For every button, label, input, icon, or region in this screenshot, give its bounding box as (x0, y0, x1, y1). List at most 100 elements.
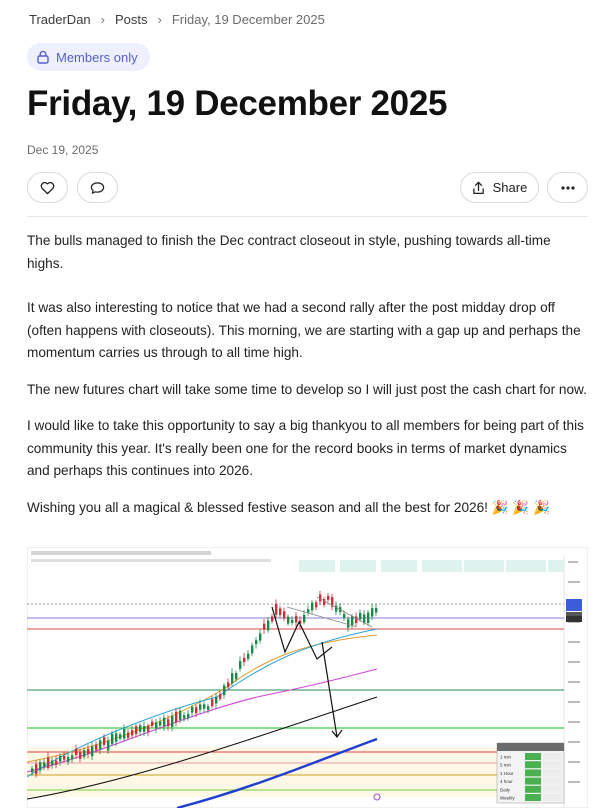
candle-body (315, 602, 318, 608)
candle-body (231, 673, 234, 684)
candle-body (103, 737, 106, 745)
candle-body (303, 614, 306, 623)
candle-body (291, 619, 294, 623)
table-cell (543, 785, 562, 793)
table-cell (525, 794, 541, 801)
candle-body (195, 707, 198, 714)
post-body: The bulls managed to finish the Dec cont… (27, 230, 588, 519)
table-cell (543, 794, 562, 801)
candle-body (135, 726, 138, 735)
candle-body (263, 623, 266, 630)
candle-body (243, 657, 246, 663)
breadcrumb-home[interactable]: TraderDan (29, 12, 91, 27)
candle-body (375, 608, 378, 613)
candle-body (311, 602, 314, 611)
more-icon (560, 185, 575, 190)
candle-body (271, 616, 274, 622)
candle-body (199, 704, 202, 710)
chart-image[interactable]: 1 min 5 min 1 Hour 4 hour Daily Weekly (27, 547, 588, 808)
table-row-label: 4 hour (500, 779, 513, 784)
candle-body (91, 746, 94, 757)
chevron-right-icon: › (100, 12, 105, 27)
candle-body (295, 615, 298, 623)
candle-body (159, 721, 162, 726)
more-button[interactable] (547, 172, 588, 203)
table-row-label: 1 Hour (500, 771, 514, 776)
candle-body (39, 762, 42, 771)
candle-body (111, 733, 114, 744)
heart-icon (40, 181, 55, 194)
table-row-label: 1 min (500, 755, 512, 760)
candle-body (67, 757, 70, 763)
candle-body (251, 645, 254, 654)
table-cell (525, 777, 541, 785)
candle-body (207, 706, 210, 710)
candle-body (51, 760, 54, 766)
candle-body (187, 713, 190, 719)
candle-body (367, 612, 370, 624)
table-cell (543, 777, 562, 785)
candle-body (55, 760, 58, 765)
candle-body (179, 710, 182, 720)
candle-body (359, 612, 362, 620)
table-row-label: 5 min (500, 763, 512, 768)
candle-body (95, 744, 98, 751)
candle-body (99, 740, 102, 750)
candle-body (227, 682, 230, 688)
candle-body (131, 730, 134, 736)
candle-body (31, 768, 34, 773)
candle-body (123, 728, 126, 739)
candle-body (219, 694, 222, 699)
candle-body (47, 757, 50, 768)
post-paragraph: Wishing you all a magical & blessed fest… (27, 499, 551, 515)
candle-body (307, 609, 310, 613)
candle-body (215, 696, 218, 704)
candle-body (371, 608, 374, 617)
candle-body (35, 764, 38, 775)
divider (27, 216, 588, 217)
candle-body (115, 733, 118, 742)
candle-body (183, 715, 186, 719)
breadcrumb: TraderDan › Posts › Friday, 19 December … (29, 12, 325, 27)
table-cell (525, 761, 541, 769)
share-button[interactable]: Share (460, 172, 539, 203)
comment-icon (90, 181, 105, 194)
candle-body (351, 616, 354, 626)
candle-body (283, 611, 286, 619)
members-only-badge: Members only (27, 43, 150, 71)
candle-body (255, 640, 258, 645)
candle-body (267, 620, 270, 631)
candle-body (279, 608, 282, 616)
candle-body (167, 719, 170, 727)
table-cell (543, 753, 562, 760)
breadcrumb-current: Friday, 19 December 2025 (171, 12, 325, 27)
candle-body (119, 734, 122, 739)
candle-body (143, 726, 146, 732)
chevron-right-icon: › (157, 12, 162, 27)
candle-body (343, 613, 346, 618)
table-cell (543, 761, 562, 769)
breadcrumb-posts[interactable]: Posts (115, 12, 148, 27)
table-row-label: Daily (500, 787, 511, 792)
candle-body (127, 732, 130, 738)
post-date: Dec 19, 2025 (27, 143, 99, 157)
candle-body (71, 755, 74, 760)
table-cell (525, 769, 541, 777)
like-button[interactable] (27, 172, 68, 203)
candle-body (175, 711, 178, 723)
post-paragraph: The new futures chart will take some tim… (27, 381, 587, 397)
post-paragraph: It was also interesting to notice that w… (27, 300, 581, 360)
candle-body (147, 725, 150, 732)
candle-body (79, 752, 82, 759)
candle-body (287, 616, 290, 624)
post-title: Friday, 19 December 2025 (27, 84, 448, 123)
table-cell (525, 785, 541, 793)
comment-button[interactable] (77, 172, 118, 203)
candle-body (347, 619, 350, 628)
candlestick-chart: 1 min 5 min 1 Hour 4 hour Daily Weekly (27, 547, 588, 808)
candle-body (323, 599, 326, 605)
post-paragraph: I would like to take this opportunity to… (27, 418, 584, 478)
candle-body (235, 673, 238, 680)
candle-body (75, 748, 78, 756)
table-cell (543, 769, 562, 777)
